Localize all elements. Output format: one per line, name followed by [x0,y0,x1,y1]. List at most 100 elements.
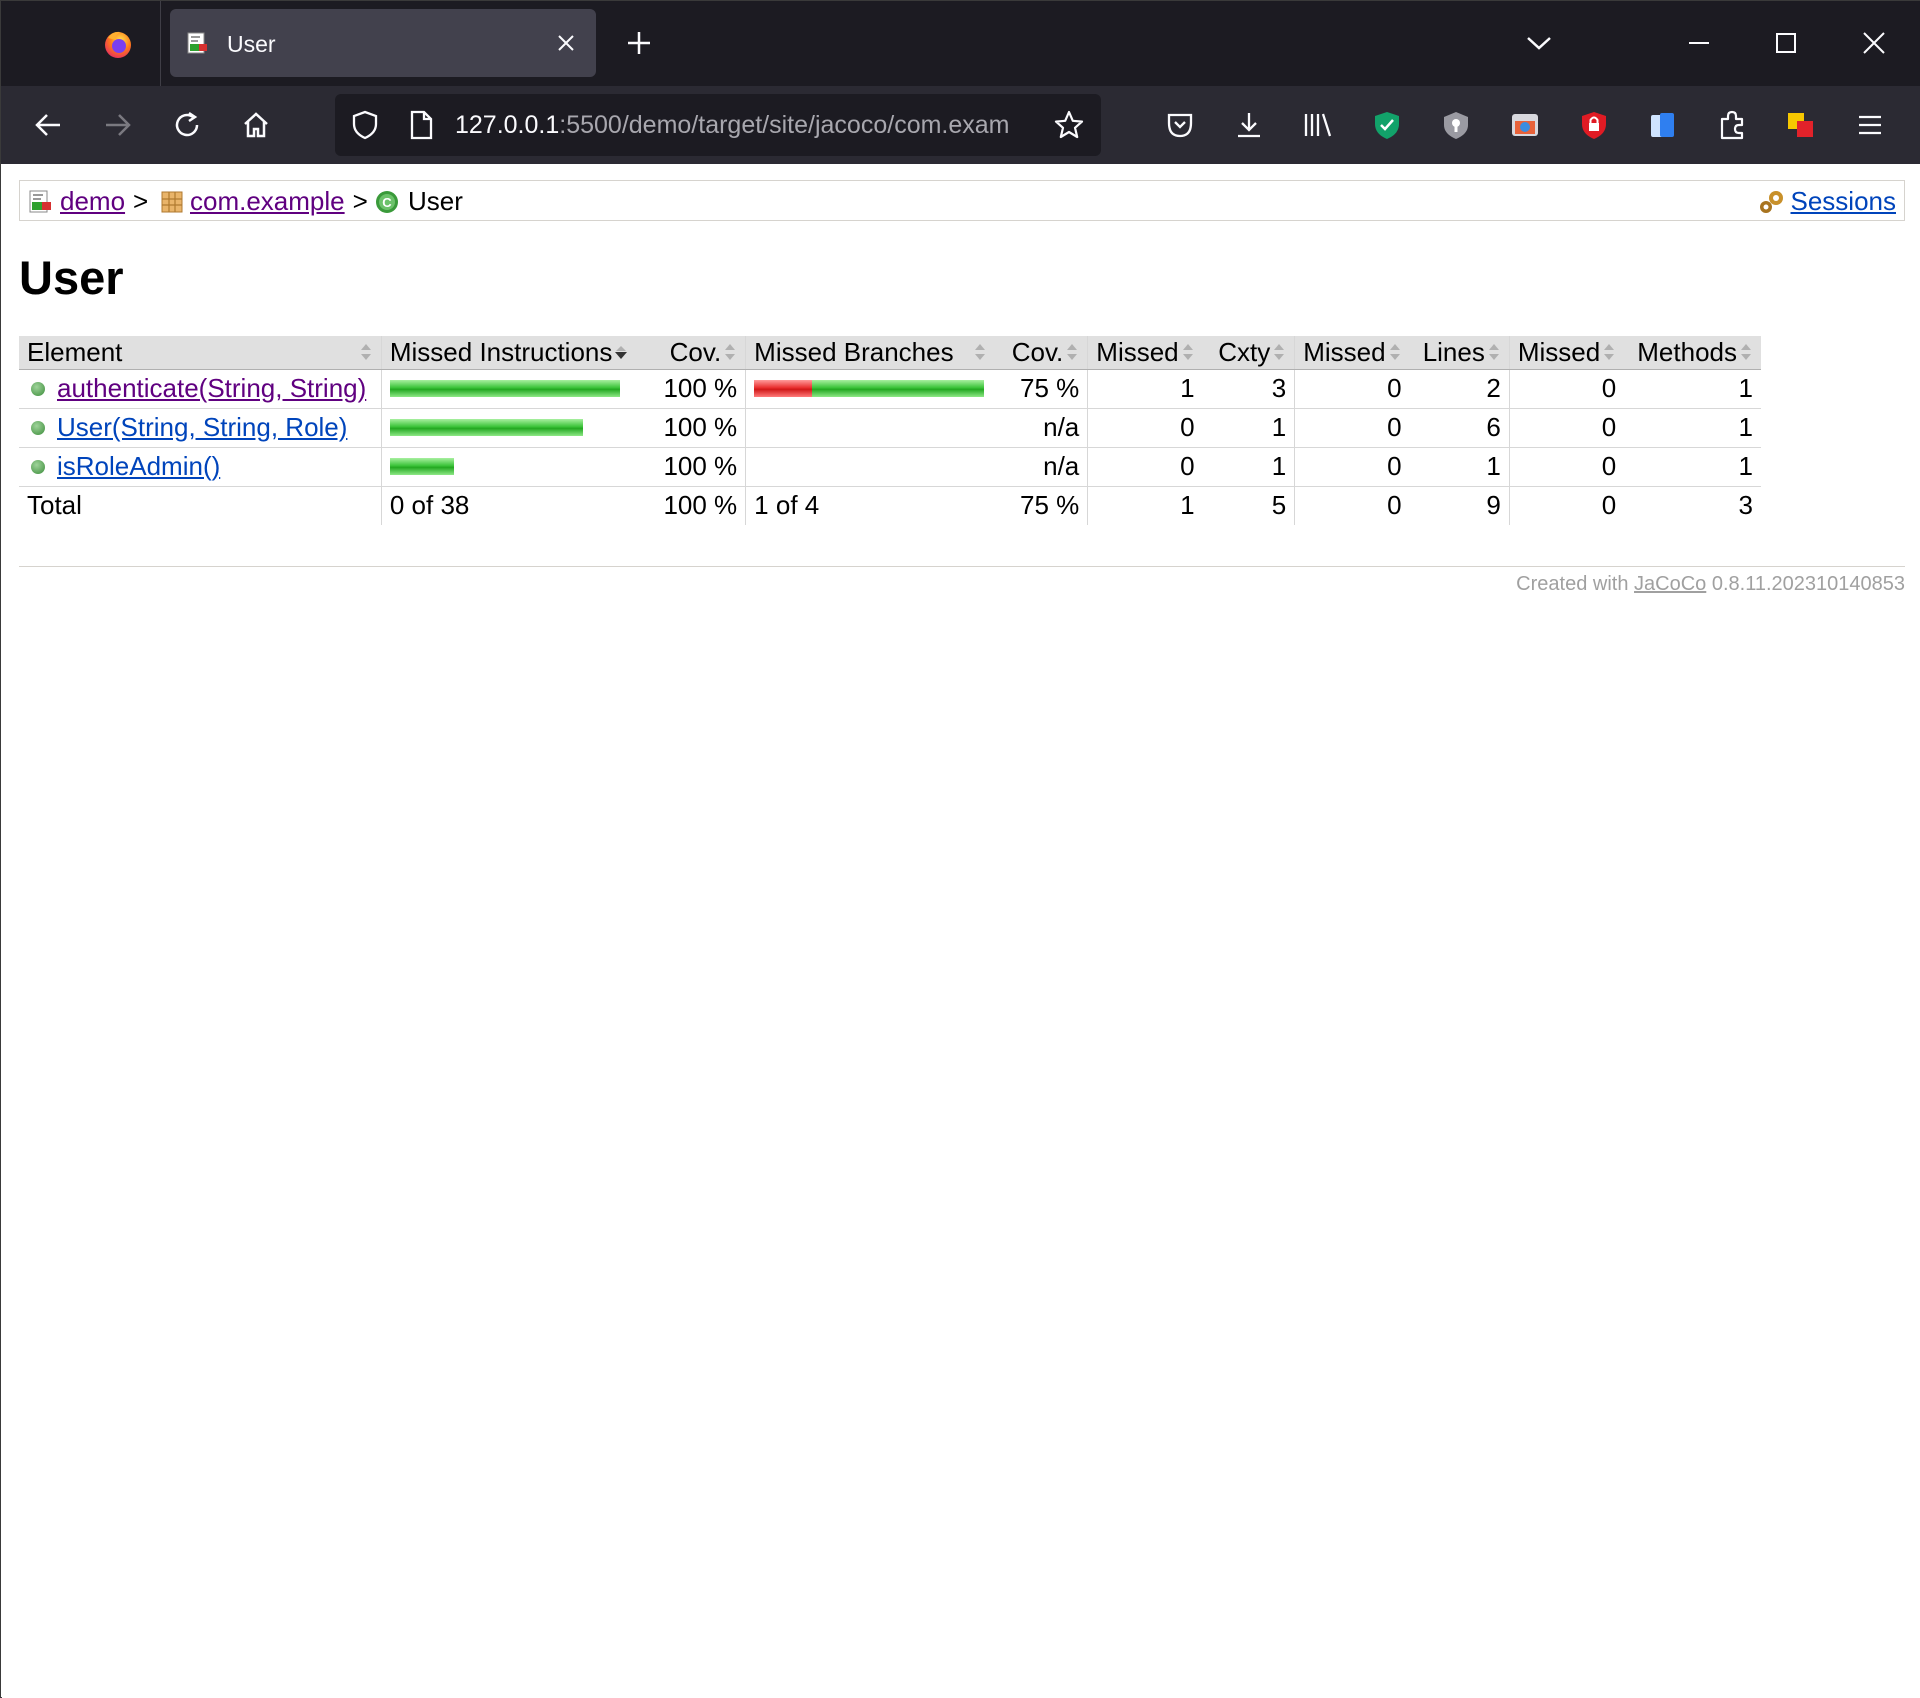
extension-blue-cards[interactable] [1642,104,1684,146]
tab-close-button[interactable] [552,29,580,57]
forward-button[interactable] [95,102,141,148]
method-icon [31,459,45,474]
window-close-button[interactable] [1854,23,1894,63]
close-icon [1863,32,1885,54]
plus-icon [628,32,650,54]
address-bar[interactable]: 127.0.0.1:5500/demo/target/site/jacoco/c… [335,94,1101,156]
covered-bar-segment [812,380,985,397]
bookmark-button[interactable] [1051,107,1087,143]
missed-complexity: 0 [1087,447,1203,487]
new-tab-button[interactable] [619,23,659,63]
sort-arrows-icon [360,344,371,361]
breadcrumb-separator: > [133,186,149,216]
tab-divider [160,1,161,86]
column-header-missed-instructions[interactable]: Missed Instructions [380,336,637,370]
breadcrumb-item-package: com.example > [160,186,368,217]
extension-green-shield[interactable] [1366,104,1408,146]
shield-icon[interactable] [349,109,381,141]
column-header-missed-methods[interactable]: Missed [1508,336,1625,370]
back-button[interactable] [25,102,71,148]
instruction-coverage-bar [389,380,629,397]
library-icon [1304,113,1332,137]
column-header-element[interactable]: Element [19,336,382,370]
color-squares-extension-icon [1788,113,1813,137]
column-header-complexity[interactable]: Cxty [1202,336,1295,370]
home-button[interactable] [233,102,279,148]
sessions-link-container: Sessions [1757,186,1897,217]
column-header-lines[interactable]: Lines [1409,336,1510,370]
url-host: 127.0.0.1 [455,111,560,139]
maximize-button[interactable] [1766,23,1806,63]
back-arrow-icon [35,114,60,136]
column-header-missed-complexity[interactable]: Missed [1087,336,1203,370]
footer-prefix: Created with [1516,573,1629,595]
branch-coverage: n/a [994,408,1088,448]
url-text[interactable]: 127.0.0.1:5500/demo/target/site/jacoco/c… [455,111,1040,140]
column-header-missed-branches[interactable]: Missed Branches [745,336,995,370]
jacoco-link[interactable]: JaCoCo [1634,573,1706,595]
complexity: 3 [1202,369,1295,409]
footer: Created with JaCoCo 0.8.11.202310140853 [1516,573,1905,596]
header-label: Cxty [1218,336,1271,367]
missed-complexity: 1 [1087,369,1203,409]
library-button[interactable] [1297,104,1339,146]
extension-gray-shield[interactable] [1435,104,1477,146]
extension-color-squares[interactable] [1780,104,1822,146]
downloads-button[interactable] [1228,104,1270,146]
instruction-coverage-bar [389,458,629,475]
reload-button[interactable] [164,102,210,148]
missed-lines: 0 [1294,369,1410,409]
sort-arrows-icon [1488,344,1499,361]
list-all-tabs-button[interactable] [1519,23,1559,63]
tab-user[interactable]: User [170,9,596,77]
column-header-missed-lines[interactable]: Missed [1294,336,1410,370]
tab-strip: User [1,1,1920,86]
home-icon [244,112,268,138]
class-icon: C [376,190,398,213]
total-label: Total [27,490,82,521]
page-icon[interactable] [405,109,437,141]
star-icon [1054,110,1084,139]
total-missed-methods: 0 [1508,486,1625,525]
chevron-down-icon [1527,37,1551,50]
extensions-button[interactable] [1711,104,1753,146]
missed-lines: 0 [1294,408,1410,448]
extension-red-lock[interactable] [1573,104,1615,146]
complexity: 1 [1202,408,1295,448]
reload-icon [175,111,199,137]
minimize-icon [1689,42,1709,44]
extension-screenshot[interactable] [1504,104,1546,146]
total-missed-instructions: 0 of 38 [380,486,637,525]
column-header-instruction-coverage[interactable]: Cov. [636,336,746,370]
svg-text:C: C [382,195,392,210]
total-missed-branches: 1 of 4 [745,486,995,525]
browser-window: User 127.0.0.1:5500/demo/target/site/jac… [0,0,1920,1698]
column-header-branch-coverage[interactable]: Cov. [994,336,1088,370]
url-path: :5500/demo/target/site/jacoco/com.exam [559,111,1010,139]
breadcrumb-separator: > [352,186,368,216]
sessions-link[interactable]: Sessions [1791,186,1897,217]
open-menu-button[interactable] [1849,104,1891,146]
total-methods: 3 [1738,490,1753,521]
method-link[interactable]: authenticate(String, String) [57,373,366,404]
method-link[interactable]: User(String, String, Role) [57,412,347,443]
methods: 1 [1624,447,1761,487]
total-branch-coverage: 75 % [1020,490,1080,521]
minimize-button[interactable] [1679,23,1719,63]
firefox-menu-button[interactable] [81,15,155,73]
column-header-methods[interactable]: Methods [1624,336,1761,370]
pocket-button[interactable] [1159,104,1201,146]
breadcrumb-link-demo[interactable]: demo [60,186,125,217]
covered-bar-segment [389,458,454,475]
tab-title: User [227,31,276,57]
sort-arrows-icon [1741,344,1751,361]
pocket-icon [1167,113,1193,138]
breadcrumb-item-class: C User [374,186,463,217]
breadcrumb-link-package[interactable]: com.example [190,186,345,217]
header-label: Cov. [669,336,722,367]
method-link[interactable]: isRoleAdmin() [57,451,220,482]
missed-methods: 0 [1508,447,1625,487]
header-label: Methods [1637,336,1737,367]
breadcrumb-item-demo: demo > [28,186,148,217]
table-header-row: Element Missed Instructions Cov. Missed … [19,336,1761,370]
